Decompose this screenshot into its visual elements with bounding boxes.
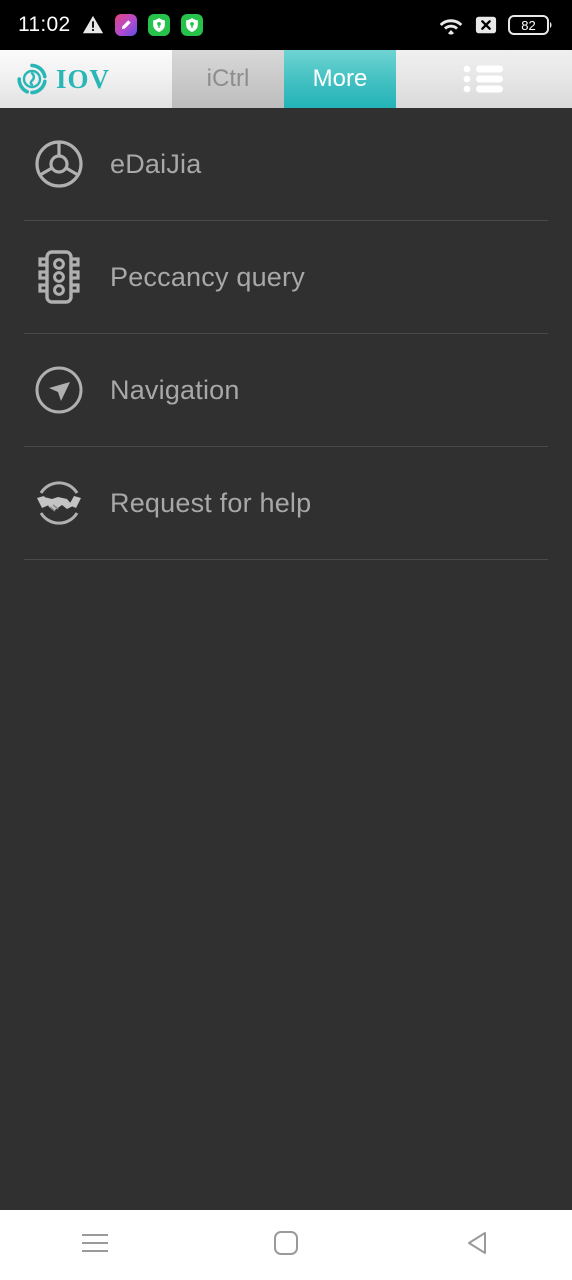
menu-list: eDaiJia Peccancy query Navigation Reques… bbox=[0, 108, 572, 1210]
status-bar-clock: 11:02 bbox=[18, 13, 71, 36]
list-item-edaijia[interactable]: eDaiJia bbox=[0, 108, 572, 220]
wifi-icon bbox=[438, 15, 464, 35]
warning-triangle-icon bbox=[82, 14, 104, 36]
back-button[interactable] bbox=[381, 1229, 572, 1262]
list-item-label: eDaiJia bbox=[110, 148, 202, 179]
status-bar-right: 82 bbox=[438, 14, 554, 36]
traffic-light-icon bbox=[30, 248, 88, 306]
rounded-square-icon bbox=[273, 1230, 299, 1261]
shield-green-icon-1 bbox=[147, 14, 170, 36]
android-nav-bar bbox=[0, 1210, 572, 1280]
hamburger-icon bbox=[80, 1231, 110, 1260]
status-bar: 11:02 82 bbox=[0, 0, 572, 50]
status-bar-left: 11:02 bbox=[18, 13, 203, 37]
app-logo: IOV bbox=[0, 50, 172, 108]
triangle-left-icon bbox=[464, 1229, 490, 1262]
list-menu-button[interactable] bbox=[396, 50, 572, 108]
iov-swirl-logo-icon bbox=[16, 63, 48, 95]
steering-wheel-icon bbox=[30, 135, 88, 193]
list-item-label: Request for help bbox=[110, 487, 312, 518]
app-logo-text: IOV bbox=[56, 63, 111, 94]
navigation-arrow-icon bbox=[30, 361, 88, 419]
list-menu-icon bbox=[463, 64, 505, 94]
list-item-label: Peccancy query bbox=[110, 261, 305, 292]
recent-apps-button[interactable] bbox=[0, 1231, 191, 1260]
tab-ictrl-label: iCtrl bbox=[206, 65, 250, 92]
list-item-request-for-help[interactable]: Request for help bbox=[0, 447, 572, 559]
list-item-label: Navigation bbox=[110, 374, 240, 405]
home-button[interactable] bbox=[191, 1230, 382, 1261]
handshake-icon bbox=[30, 474, 88, 532]
shield-green-icon-2 bbox=[180, 14, 203, 36]
battery-level-text: 82 bbox=[521, 18, 535, 33]
battery-indicator: 82 bbox=[508, 14, 554, 36]
tab-more[interactable]: More bbox=[284, 50, 396, 108]
phone-screen: 11:02 82 IOV iCtrl More eDaiJia Peccancy… bbox=[0, 0, 572, 1280]
app-notification-icon bbox=[114, 14, 137, 36]
list-item-peccancy-query[interactable]: Peccancy query bbox=[0, 221, 572, 333]
app-bar: IOV iCtrl More bbox=[0, 50, 572, 108]
list-item-navigation[interactable]: Navigation bbox=[0, 334, 572, 446]
tab-more-label: More bbox=[312, 65, 368, 92]
tab-ictrl[interactable]: iCtrl bbox=[172, 50, 284, 108]
list-divider bbox=[24, 559, 548, 560]
no-sim-icon bbox=[475, 14, 497, 36]
